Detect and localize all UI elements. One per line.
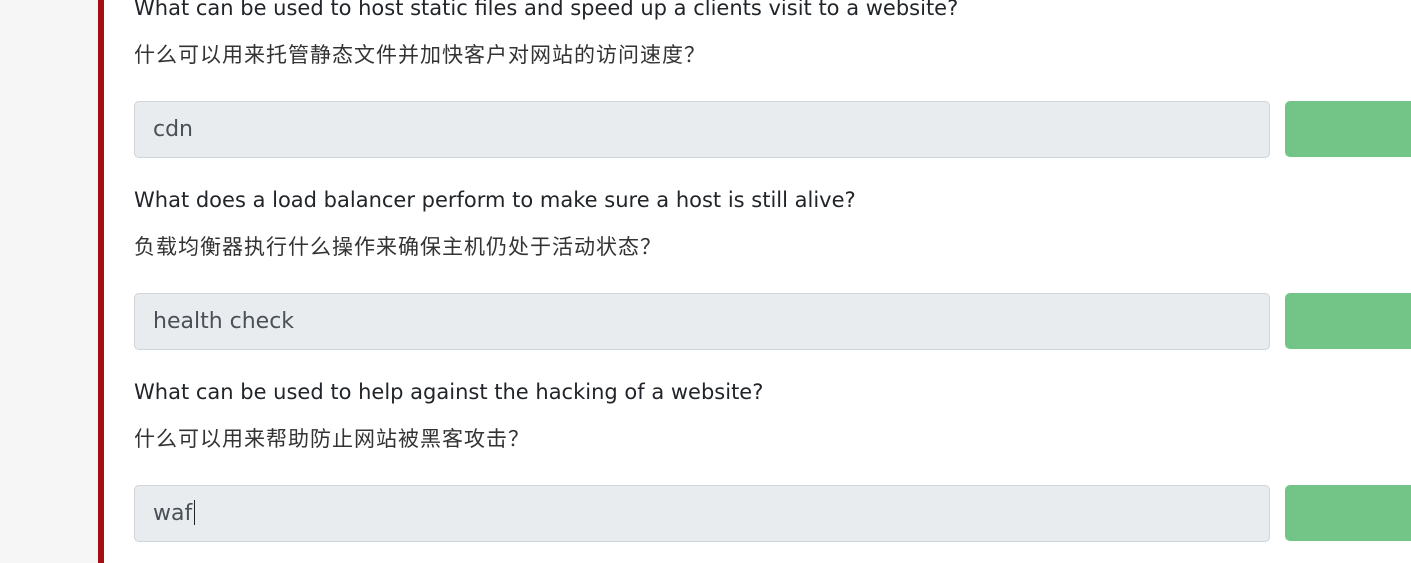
question-3-submit-button[interactable] <box>1285 485 1411 541</box>
question-2-text-zh: 负载均衡器执行什么操作来确保主机仍处于活动状态？ <box>134 235 662 259</box>
question-3-text-en: What can be used to help against the hac… <box>134 380 764 404</box>
question-3-answer-input[interactable] <box>134 485 1270 542</box>
question-1-submit-button[interactable] <box>1285 101 1411 157</box>
text-caret <box>194 500 195 525</box>
room-accent-bar <box>98 0 104 563</box>
question-3-text-zh: 什么可以用来帮助防止网站被黑客攻击？ <box>134 427 530 451</box>
question-1-text-zh: 什么可以用来托管静态文件并加快客户对网站的访问速度？ <box>134 43 706 67</box>
question-1-answer-input[interactable] <box>134 101 1270 158</box>
question-2-text-en: What does a load balancer perform to mak… <box>134 188 856 212</box>
question-2-answer-input[interactable] <box>134 293 1270 350</box>
question-2-submit-button[interactable] <box>1285 293 1411 349</box>
question-1-text-en: What can be used to host static files an… <box>134 0 959 20</box>
left-gutter <box>0 0 98 563</box>
